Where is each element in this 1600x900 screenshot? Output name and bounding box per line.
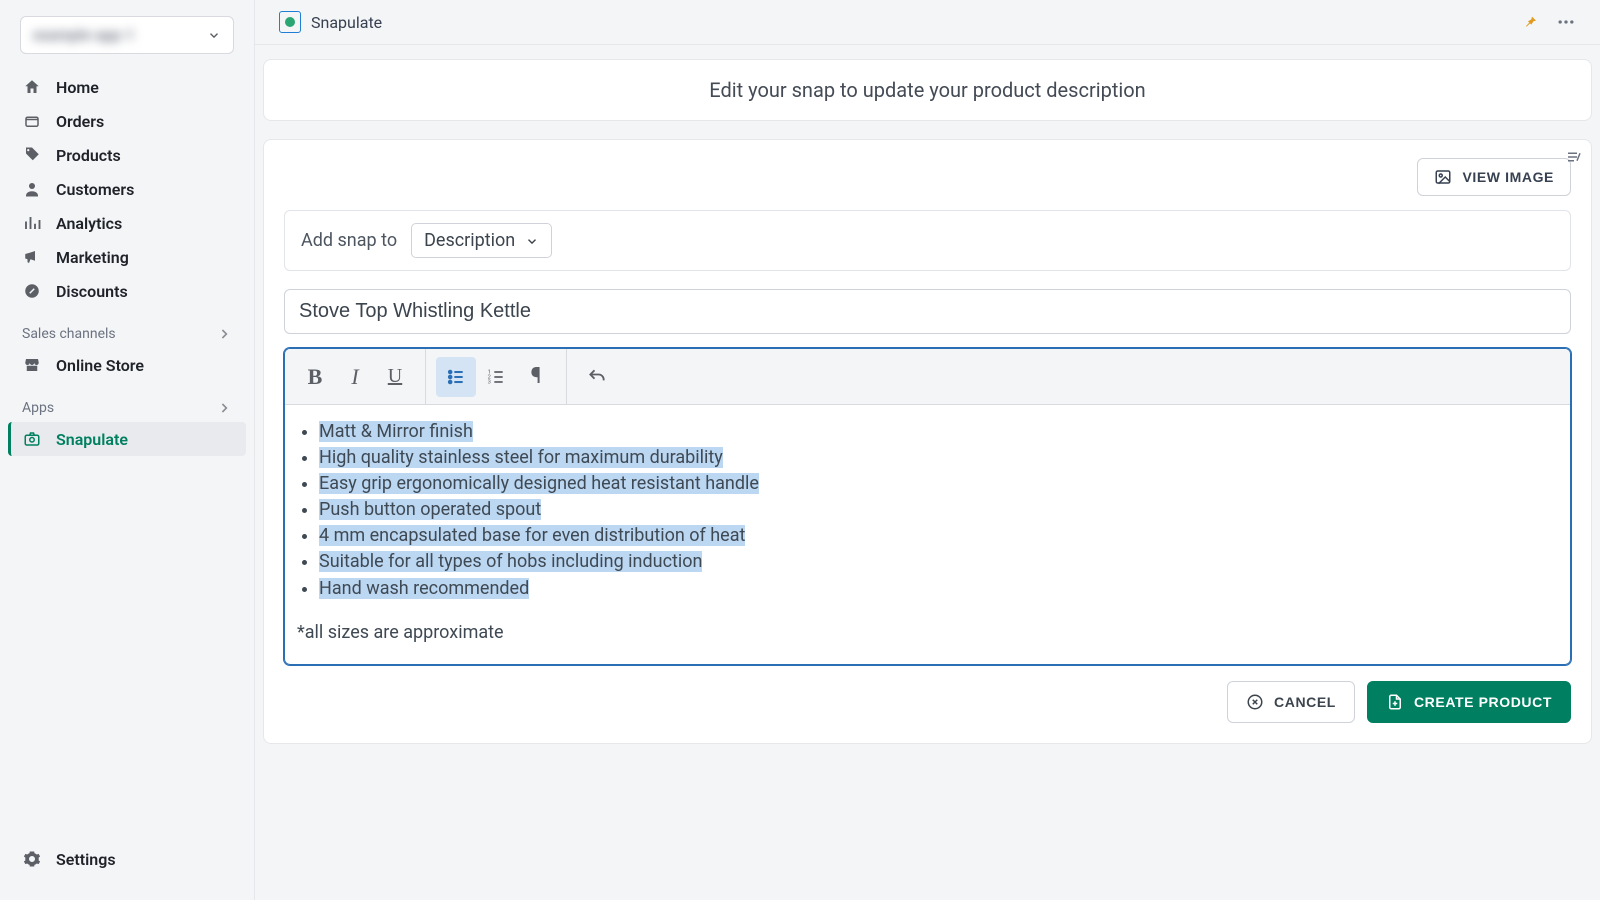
nav-label: Products — [56, 146, 121, 165]
nav-label: Home — [56, 78, 99, 97]
pin-icon[interactable] — [1522, 14, 1538, 30]
button-label: CREATE PRODUCT — [1414, 694, 1552, 710]
add-snap-to-row: Add snap to Description — [284, 210, 1571, 271]
app-name: Snapulate — [311, 13, 382, 32]
underline-button[interactable]: U — [375, 357, 415, 397]
button-label: VIEW IMAGE — [1462, 169, 1554, 185]
store-name: example-app-1 — [33, 26, 135, 44]
list-item: Push button operated spout — [319, 497, 1558, 523]
nav-label: Snapulate — [56, 430, 128, 449]
tag-icon — [22, 145, 42, 165]
list-item: High quality stainless steel for maximum… — [319, 445, 1558, 471]
list-item: Suitable for all types of hobs including… — [319, 549, 1558, 575]
select-value: Description — [424, 230, 515, 251]
create-product-button[interactable]: CREATE PRODUCT — [1367, 681, 1571, 723]
svg-text:3: 3 — [488, 379, 491, 385]
section-label: Apps — [22, 400, 54, 416]
gear-icon — [22, 849, 42, 869]
home-icon — [22, 77, 42, 97]
nav-online-store[interactable]: Online Store — [8, 348, 246, 382]
section-apps[interactable]: Apps — [8, 382, 246, 422]
bold-button[interactable]: B — [295, 357, 335, 397]
discount-icon — [22, 281, 42, 301]
megaphone-icon — [22, 247, 42, 267]
chevron-right-icon — [216, 326, 232, 342]
add-snap-to-select[interactable]: Description — [411, 223, 552, 258]
button-label: CANCEL — [1274, 694, 1336, 710]
list-item: Easy grip ergonomically designed heat re… — [319, 471, 1558, 497]
nav-label: Settings — [56, 850, 116, 869]
view-image-button[interactable]: VIEW IMAGE — [1417, 158, 1571, 196]
camera-icon — [22, 429, 42, 449]
chevron-down-icon — [525, 234, 539, 248]
nav-products[interactable]: Products — [8, 138, 246, 172]
nav-label: Marketing — [56, 248, 129, 267]
undo-button[interactable] — [577, 357, 617, 397]
document-add-icon — [1386, 693, 1404, 711]
bullet-list: Matt & Mirror finish High quality stainl… — [297, 419, 1558, 602]
rich-text-editor: B I U 123 ¶ — [284, 348, 1571, 665]
hero-text: Edit your snap to update your product de… — [709, 78, 1145, 102]
numbered-list-button[interactable]: 123 — [476, 357, 516, 397]
orders-icon — [22, 111, 42, 131]
analytics-icon — [22, 213, 42, 233]
paragraph-button[interactable]: ¶ — [516, 357, 556, 397]
image-icon — [1434, 168, 1452, 186]
app-badge-icon — [279, 11, 301, 33]
italic-button[interactable]: I — [335, 357, 375, 397]
list-item: Matt & Mirror finish — [319, 419, 1558, 445]
more-icon[interactable] — [1556, 12, 1576, 32]
list-item: Hand wash recommended — [319, 576, 1558, 602]
nav-customers[interactable]: Customers — [8, 172, 246, 206]
main: Snapulate Edit your snap to update your … — [255, 0, 1600, 900]
nav-label: Orders — [56, 112, 104, 131]
editor-toolbar: B I U 123 ¶ — [285, 349, 1570, 405]
add-snap-to-label: Add snap to — [301, 230, 397, 251]
section-sales-channels[interactable]: Sales channels — [8, 308, 246, 348]
cancel-button[interactable]: CANCEL — [1227, 681, 1355, 723]
store-icon — [22, 355, 42, 375]
nav-discounts[interactable]: Discounts — [8, 274, 246, 308]
store-switcher[interactable]: example-app-1 — [20, 16, 234, 54]
nav-marketing[interactable]: Marketing — [8, 240, 246, 274]
person-icon — [22, 179, 42, 199]
nav-label: Discounts — [56, 282, 128, 301]
nav-home[interactable]: Home — [8, 70, 246, 104]
nav-orders[interactable]: Orders — [8, 104, 246, 138]
nav-label: Online Store — [56, 356, 144, 375]
sidebar: example-app-1 Home Orders — [0, 0, 255, 900]
chevron-down-icon — [207, 28, 221, 42]
close-circle-icon — [1246, 693, 1264, 711]
hero-banner: Edit your snap to update your product de… — [263, 59, 1592, 121]
list-item: 4 mm encapsulated base for even distribu… — [319, 523, 1558, 549]
footnote: *all sizes are approximate — [297, 620, 1558, 646]
product-title-input[interactable] — [284, 289, 1571, 334]
nav-label: Analytics — [56, 214, 122, 233]
nav-snapulate[interactable]: Snapulate — [8, 422, 246, 456]
appbar: Snapulate — [255, 0, 1600, 45]
editor-content[interactable]: Matt & Mirror finish High quality stainl… — [285, 405, 1570, 664]
chevron-right-icon — [216, 400, 232, 416]
editor-card: VIEW IMAGE Add snap to Description — [263, 139, 1592, 744]
nav-settings[interactable]: Settings — [8, 842, 246, 876]
section-label: Sales channels — [22, 326, 116, 342]
main-nav: Home Orders Products Customers — [0, 70, 254, 832]
nav-label: Customers — [56, 180, 134, 199]
nav-analytics[interactable]: Analytics — [8, 206, 246, 240]
bullet-list-button[interactable] — [436, 357, 476, 397]
